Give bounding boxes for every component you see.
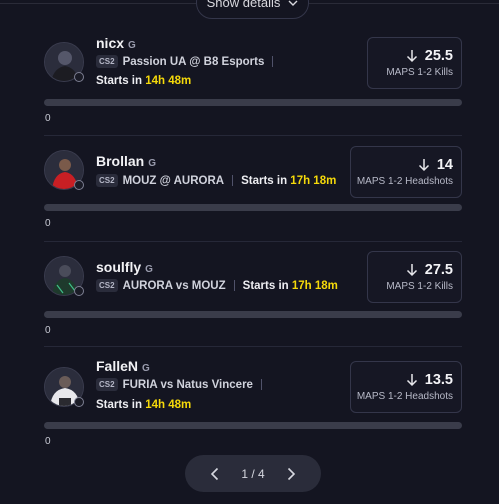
match-text: MOUZ @ AURORA [122, 174, 225, 187]
player-name-text: FalleN [96, 358, 139, 374]
stat-label: MAPS 1-2 Headshots [356, 176, 453, 187]
projection-box[interactable]: 14 MAPS 1-2 Headshots [350, 146, 462, 198]
starts-time-value: 14h 48m [145, 75, 192, 87]
match-meta: CS2 MOUZ @ AURORA Starts in 17h 18m [96, 174, 336, 187]
arrow-down-icon [418, 159, 429, 172]
page-indicator: 1 / 4 [241, 466, 265, 481]
starts-prefix: Starts in [96, 75, 143, 87]
progress-bar [44, 422, 462, 429]
meta-separator [233, 280, 235, 291]
game-badge: CS2 [96, 55, 118, 68]
progress-value: 0 [45, 436, 51, 447]
progress-bar [44, 311, 462, 318]
player-name-text: nicx [96, 35, 125, 51]
line-value: 25.5 [424, 48, 453, 64]
player-name[interactable]: nicx G [96, 35, 136, 51]
player-name-text: soulfly [96, 259, 142, 275]
player-name[interactable]: Brollan G [96, 153, 156, 169]
starts-prefix: Starts in [241, 174, 288, 187]
player-tag: G [145, 264, 153, 275]
avatar-status-badge [74, 180, 84, 190]
starts-time-value: 14h 48m [145, 399, 192, 411]
start-time: Starts in 17h 18m [243, 280, 338, 292]
stat-label: MAPS 1-2 Kills [386, 67, 453, 78]
pick-card-soulfly[interactable]: soulfly G CS2 AURORA vs MOUZ Starts in 17… [0, 214, 499, 336]
avatar-status-badge [74, 72, 84, 82]
projection-box[interactable]: 25.5 MAPS 1-2 Kills [367, 37, 462, 89]
player-name[interactable]: soulfly G [96, 259, 153, 275]
line-value: 14 [436, 157, 453, 173]
player-tag: G [148, 158, 157, 169]
pick-card-nicx[interactable]: nicx G CS2 Passion UA @ B8 Esports Starts… [0, 0, 499, 124]
projection-box[interactable]: 13.5 MAPS 1-2 Headshots [350, 361, 462, 413]
player-tag: G [128, 40, 136, 51]
player-name-text: Brollan [96, 153, 145, 169]
starts-prefix: Starts in [242, 279, 289, 292]
progress-bar [44, 99, 462, 106]
pick-card-fallen[interactable]: FalleN G CS2 FURIA vs Natus Vincere Start… [0, 320, 499, 447]
chevron-right-icon[interactable] [283, 466, 299, 482]
meta-separator [232, 175, 234, 186]
start-time: Starts in 14h 48m [96, 399, 191, 411]
avatar-status-badge [74, 397, 84, 407]
game-badge: CS2 [96, 174, 118, 187]
match-meta: CS2 FURIA vs Natus Vincere [96, 378, 265, 391]
start-time: Starts in 14h 48m [96, 75, 191, 87]
meta-separator [272, 56, 274, 67]
arrow-down-icon [406, 50, 417, 63]
match-text: FURIA vs Natus Vincere [122, 378, 253, 391]
stat-label: MAPS 1-2 Kills [386, 281, 453, 292]
player-tag: G [142, 363, 150, 374]
pagination: 1 / 4 [185, 455, 321, 492]
game-badge: CS2 [96, 279, 118, 292]
stat-label: MAPS 1-2 Headshots [356, 391, 453, 402]
pick-card-brollan[interactable]: Brollan G CS2 MOUZ @ AURORA Starts in 17h… [0, 108, 499, 229]
line-value: 13.5 [424, 372, 453, 388]
chevron-left-icon[interactable] [207, 466, 223, 482]
avatar-status-badge [74, 286, 84, 296]
progress-bar [44, 204, 462, 211]
match-meta: CS2 Passion UA @ B8 Esports [96, 55, 276, 68]
arrow-down-icon [406, 264, 417, 277]
starts-time-value: 17h 18m [290, 174, 337, 187]
match-text: AURORA vs MOUZ [122, 279, 226, 292]
line-value: 27.5 [424, 262, 453, 278]
projection-box[interactable]: 27.5 MAPS 1-2 Kills [367, 251, 462, 303]
starts-prefix: Starts in [96, 399, 143, 411]
game-badge: CS2 [96, 378, 118, 391]
match-meta: CS2 AURORA vs MOUZ Starts in 17h 18m [96, 279, 338, 292]
starts-time-value: 17h 18m [291, 279, 338, 292]
meta-separator [260, 379, 262, 390]
player-name[interactable]: FalleN G [96, 358, 150, 374]
arrow-down-icon [406, 374, 417, 387]
match-text: Passion UA @ B8 Esports [122, 55, 265, 68]
start-time: Starts in 17h 18m [241, 175, 336, 187]
